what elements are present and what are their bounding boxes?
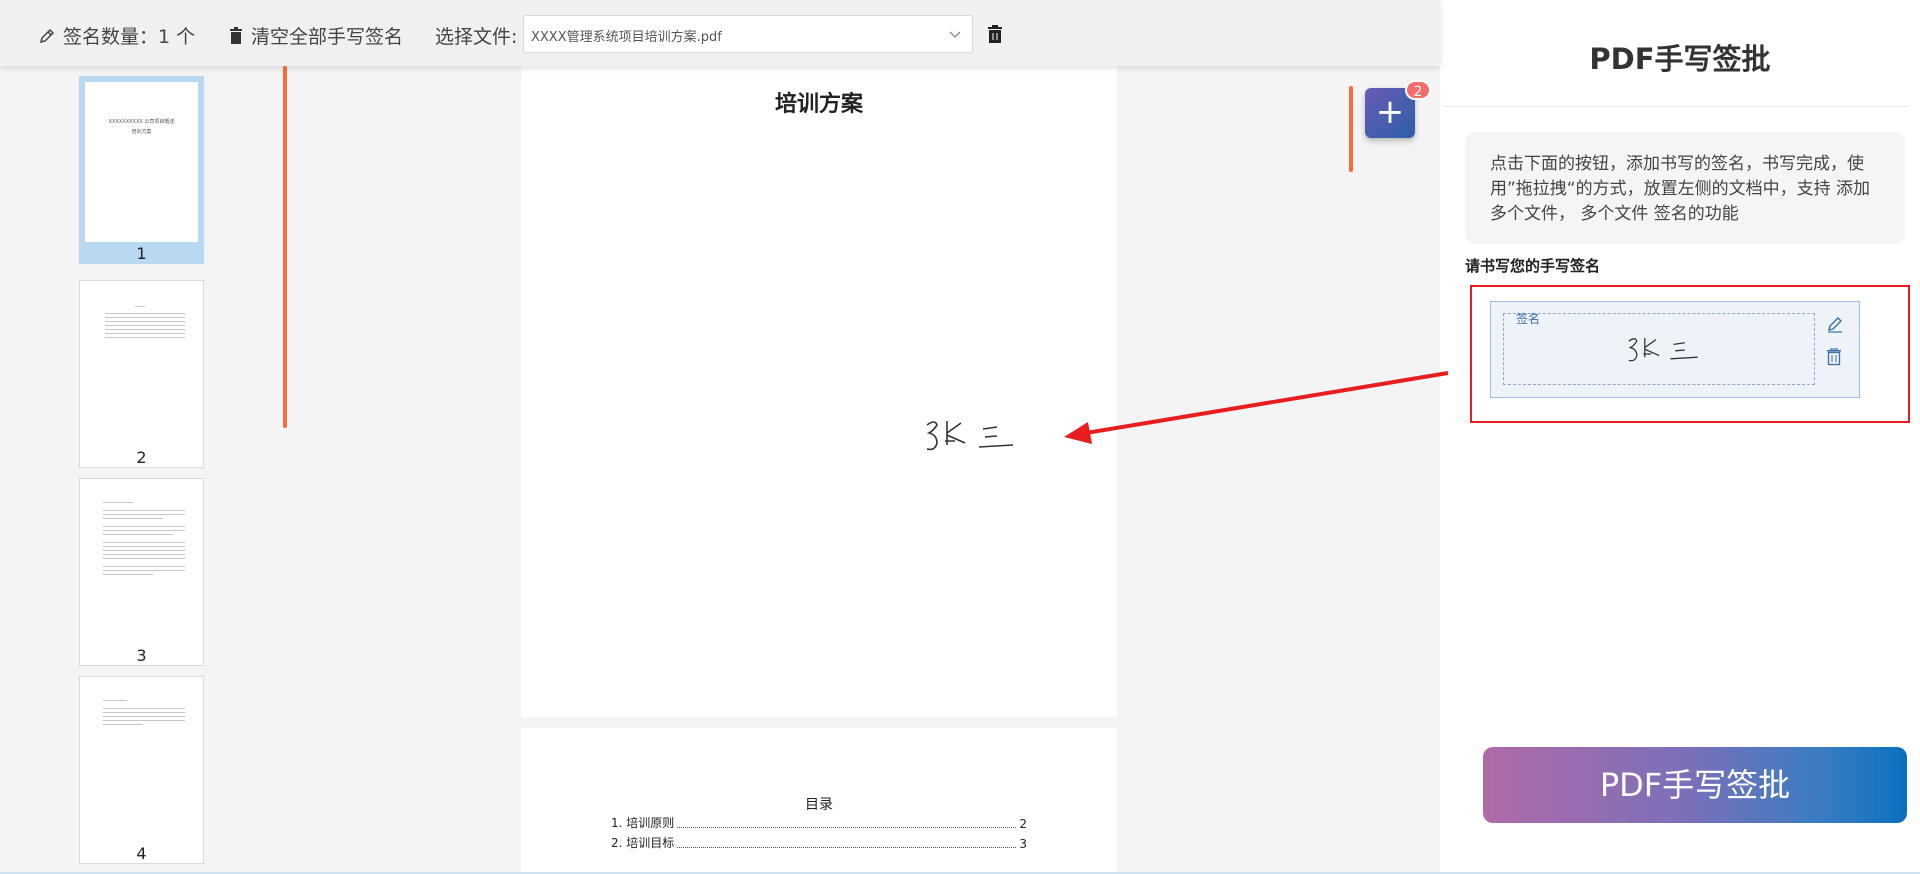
panel-title: PDF手写签批 <box>1589 42 1771 76</box>
thumbnail-text: 培训方案 <box>131 129 152 135</box>
signature-panel: PDF手写签批 点击下面的按钮，添加书写的签名，书写完成，使用”拖拉拽“的方式，… <box>1440 0 1920 874</box>
edit-icon[interactable] <box>1826 315 1844 333</box>
document-viewer: 培训方案 目录 1. 培训原则 2 2. 培训目标 3 <box>288 66 1440 874</box>
document-page-1: 培训方案 <box>521 66 1117 717</box>
page-title: 培训方案 <box>774 91 863 117</box>
signature-count-label: 签名数量：1 个 <box>63 26 196 48</box>
instructions: 点击下面的按钮，添加书写的签名，书写完成，使用”拖拉拽“的方式，放置左侧的文档中… <box>1465 132 1905 244</box>
thumbnail-paper <box>85 286 198 446</box>
thumbnail-text: XXXXXXXXXX 公司项目概述 <box>108 119 175 125</box>
signature-count-badge: 2 <box>1405 80 1431 100</box>
toc-item[interactable]: 2. 培训目标 3 <box>611 834 1027 851</box>
thumbnail-page-2[interactable]: 2 <box>79 280 204 468</box>
page-number: 4 <box>136 844 147 863</box>
signature-card-label: 签名 <box>1516 312 1541 326</box>
thumbnail-paper <box>85 682 198 842</box>
pdf-sign-button[interactable]: PDF手写签批 <box>1483 747 1907 823</box>
thumbnail-page-1[interactable]: XXXXXXXXXX 公司项目概述 培训方案 1 <box>79 76 204 264</box>
placed-signature[interactable] <box>921 411 1021 461</box>
thumbnail-scrollbar[interactable] <box>283 66 287 428</box>
plus-icon: + <box>1375 92 1405 132</box>
file-select[interactable]: XXXX管理系统项目培训方案.pdf <box>523 15 973 53</box>
thumbnail-page-4[interactable]: 4 <box>79 676 204 864</box>
pen-icon <box>39 28 55 43</box>
clear-all-label: 清空全部手写签名 <box>251 26 404 48</box>
signature-prompt: 请书写您的手写签名 <box>1465 257 1601 275</box>
thumbnail-page-3[interactable]: 3 <box>79 478 204 666</box>
document-page-2: 目录 1. 培训原则 2 2. 培训目标 3 <box>521 728 1117 874</box>
trash-icon <box>230 26 242 44</box>
page-number: 2 <box>136 448 147 467</box>
toc-title: 目录 <box>805 797 833 813</box>
delete-file-icon[interactable] <box>987 25 1003 43</box>
thumbnail-panel: XXXXXXXXXX 公司项目概述 培训方案 1 2 3 4 <box>0 66 288 874</box>
signature-count: 签名数量：1 个 <box>38 22 195 49</box>
toc-item[interactable]: 1. 培训原则 2 <box>611 814 1027 831</box>
toolbar: 签名数量：1 个 清空全部手写签名 选择文件: XXXX管理系统项目培训方案.p… <box>0 0 1440 66</box>
chevron-down-icon <box>949 31 961 38</box>
divider <box>1444 106 1908 107</box>
signature-preview <box>1628 338 1698 362</box>
thumbnail-paper: XXXXXXXXXX 公司项目概述 培训方案 <box>85 82 198 242</box>
page-number: 1 <box>136 244 147 263</box>
thumbnail-paper <box>85 484 198 644</box>
page-number: 3 <box>136 646 147 665</box>
file-select-label: 选择文件: <box>435 26 518 48</box>
file-select-value: XXXX管理系统项目培训方案.pdf <box>531 30 722 45</box>
document-scrollbar[interactable] <box>1349 86 1353 172</box>
delete-icon[interactable] <box>1826 348 1842 366</box>
signature-canvas[interactable] <box>1503 313 1815 385</box>
clear-all-button[interactable]: 清空全部手写签名 <box>228 22 403 49</box>
